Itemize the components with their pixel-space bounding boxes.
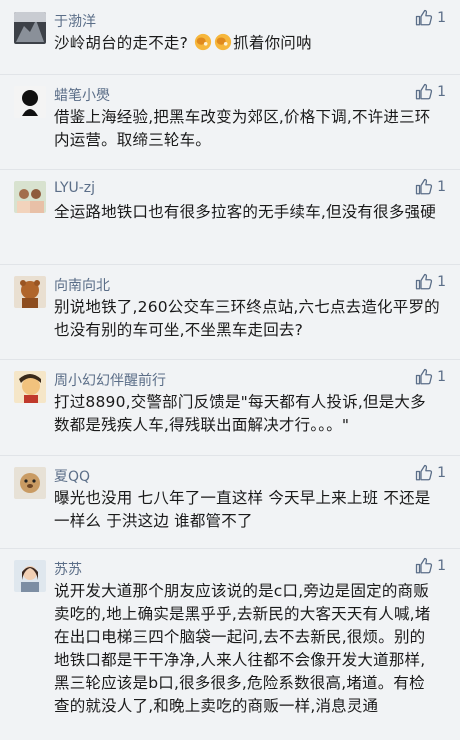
comment-text: 沙岭胡台的走不走? 抓着你问呐	[54, 32, 440, 67]
like-button[interactable]: 1	[415, 83, 446, 101]
thumbs-up-icon	[415, 83, 433, 100]
like-button[interactable]: 1	[415, 368, 446, 386]
comment-text: 说开发大道那个朋友应该说的是c口,旁边是固定的商贩卖吃的,地上确实是黑乎乎,去新…	[54, 582, 431, 715]
thumb-fox-emoji	[195, 33, 212, 51]
comment-text: 别说地铁了,260公交车三环终点站,六七点去造化平罗的也没有别的车可坐,不坐黑车…	[54, 298, 440, 339]
comment-text: 全运路地铁口也有很多拉客的无手续车,但没有很多强硬	[54, 203, 436, 221]
like-count: 1	[437, 274, 446, 290]
thumb-fox-emoji	[215, 33, 232, 51]
avatar[interactable]	[14, 467, 46, 499]
comment-item: 于渤洋 1 沙岭胡台的走不走? 抓着你问呐	[0, 0, 460, 74]
thumbs-up-icon	[415, 464, 433, 481]
like-count: 1	[437, 84, 446, 100]
comment-item: 苏苏 1 说开发大道那个朋友应该说的是c口,旁边是固定的商贩卖吃的,地上确实是黑…	[0, 548, 460, 740]
comment-username[interactable]: 苏苏	[54, 559, 82, 579]
thumbs-up-icon	[415, 273, 433, 290]
comment-item: LYU-zj 1 全运路地铁口也有很多拉客的无手续车,但没有很多强硬	[0, 169, 460, 264]
comment-item: 向南向北 1 别说地铁了,260公交车三环终点站,六七点去造化平罗的也没有别的车…	[0, 264, 460, 359]
comment-item: 周小幻幻伴醒前行 1 打过8890,交警部门反馈是"每天都有人投诉,但是大多数都…	[0, 359, 460, 455]
avatar[interactable]	[14, 276, 46, 308]
like-count: 1	[437, 558, 446, 574]
comment-text: 打过8890,交警部门反馈是"每天都有人投诉,但是大多数都是残疾人车,得残联出面…	[54, 393, 426, 434]
like-button[interactable]: 1	[415, 178, 446, 196]
comment-username[interactable]: LYU-zj	[54, 180, 95, 196]
comment-username[interactable]: 蜡笔小爂	[54, 85, 110, 105]
avatar[interactable]	[14, 371, 46, 403]
like-count: 1	[437, 369, 446, 385]
like-count: 1	[437, 10, 446, 26]
like-button[interactable]: 1	[415, 557, 446, 575]
avatar[interactable]	[14, 560, 46, 592]
like-button[interactable]: 1	[415, 9, 446, 27]
comment-list: 于渤洋 1 沙岭胡台的走不走? 抓着你问呐 蜡笔小爂 1 借鉴上海经验,把黑车改…	[0, 0, 460, 740]
like-button[interactable]: 1	[415, 464, 446, 482]
comment-item: 夏QQ 1 曝光也没用 七八年了一直这样 今天早上来上班 不还是一样么 于洪这边…	[0, 455, 460, 548]
comment-item: 蜡笔小爂 1 借鉴上海经验,把黑车改变为郊区,价格下调,不许进三环内运营。取缔三…	[0, 74, 460, 169]
avatar[interactable]	[14, 181, 46, 213]
comment-username[interactable]: 向南向北	[54, 275, 110, 295]
comment-username[interactable]: 夏QQ	[54, 466, 90, 486]
thumbs-up-icon	[415, 9, 433, 26]
thumbs-up-icon	[415, 557, 433, 574]
comment-username[interactable]: 周小幻幻伴醒前行	[54, 370, 166, 390]
like-button[interactable]: 1	[415, 273, 446, 291]
like-count: 1	[437, 179, 446, 195]
comment-username[interactable]: 于渤洋	[54, 11, 96, 31]
comment-text-part: 沙岭胡台的走不走?	[54, 34, 189, 52]
thumbs-up-icon	[415, 368, 433, 385]
avatar[interactable]	[14, 12, 46, 44]
comment-text: 借鉴上海经验,把黑车改变为郊区,价格下调,不许进三环内运营。取缔三轮车。	[54, 108, 431, 149]
comment-text: 曝光也没用 七八年了一直这样 今天早上来上班 不还是一样么 于洪这边 谁都管不了	[54, 489, 431, 530]
avatar[interactable]	[14, 86, 46, 118]
like-count: 1	[437, 465, 446, 481]
thumbs-up-icon	[415, 178, 433, 195]
comment-text-part: 抓着你问呐	[233, 34, 312, 52]
